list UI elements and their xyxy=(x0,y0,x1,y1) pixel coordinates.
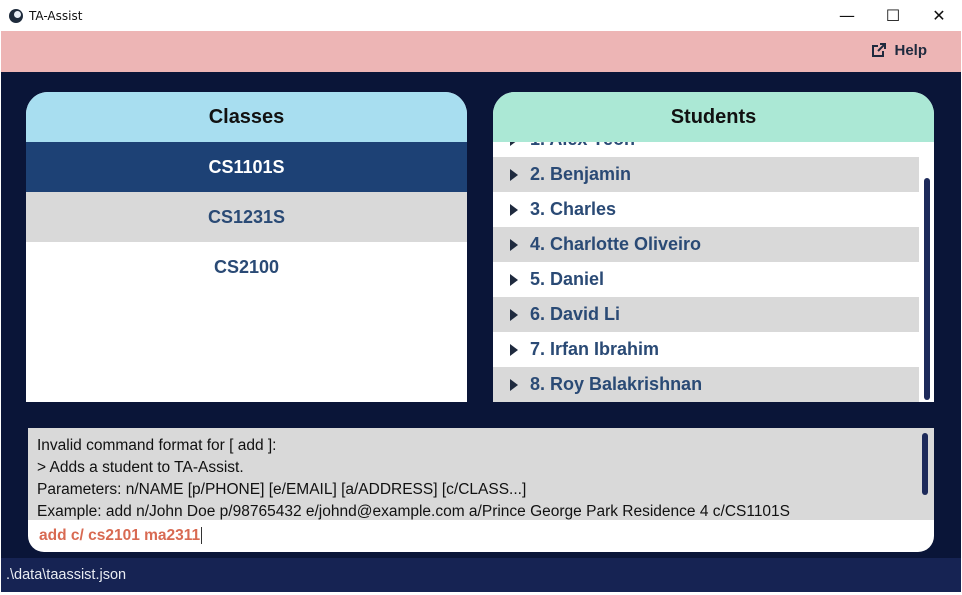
triangle-right-icon[interactable] xyxy=(510,168,518,181)
students-scrollbar[interactable] xyxy=(924,178,930,400)
result-line: Invalid command format for [ add ]: xyxy=(37,437,277,454)
triangle-right-icon[interactable] xyxy=(510,273,518,286)
help-button[interactable]: Help xyxy=(870,41,927,59)
maximize-icon: ☐ xyxy=(885,6,901,25)
classes-panel: Classes CS1101S CS1231S CS2100 xyxy=(26,92,467,402)
command-box[interactable]: add c/ cs2101 ma2311 xyxy=(28,520,934,552)
data-file-path: .\data\taassist.json xyxy=(6,567,127,583)
student-name: 8. Roy Balakrishnan xyxy=(530,374,703,394)
student-item[interactable]: 2. Benjamin xyxy=(493,157,919,192)
student-item[interactable]: 4. Charlotte Oliveiro xyxy=(493,227,919,262)
result-display: Invalid command format for [ add ]: > Add… xyxy=(28,428,934,520)
window-title: TA-Assist xyxy=(29,8,83,23)
close-icon: ✕ xyxy=(932,6,946,25)
triangle-right-icon[interactable] xyxy=(510,142,518,146)
result-line: Parameters: n/NAME [p/PHONE] [e/EMAIL] [… xyxy=(37,481,527,498)
student-item[interactable]: 7. Irfan Ibrahim xyxy=(493,332,919,367)
students-panel: Students 1. Alex Yeoh 2. Benjamin 3. Cha… xyxy=(493,92,934,402)
student-item[interactable]: 8. Roy Balakrishnan xyxy=(493,367,919,402)
main-area: Classes CS1101S CS1231S CS2100 Students … xyxy=(1,72,961,558)
app-logo-icon xyxy=(9,8,23,23)
close-button[interactable]: ✕ xyxy=(916,0,962,31)
classes-header: Classes xyxy=(26,92,467,142)
result-text: Invalid command format for [ add ]: > Add… xyxy=(37,435,790,523)
minimize-button[interactable]: — xyxy=(824,0,870,31)
class-item-cs1101s[interactable]: CS1101S xyxy=(26,142,467,192)
maximize-button[interactable]: ☐ xyxy=(870,0,916,31)
student-name: 6. David Li xyxy=(530,304,621,324)
title-bar: TA-Assist — ☐ ✕ xyxy=(0,0,962,31)
result-scrollbar[interactable] xyxy=(922,433,928,495)
student-item[interactable]: 6. David Li xyxy=(493,297,919,332)
triangle-right-icon[interactable] xyxy=(510,343,518,356)
class-item-cs1231s[interactable]: CS1231S xyxy=(26,192,467,242)
status-bar: .\data\taassist.json xyxy=(1,558,961,592)
student-name: 4. Charlotte Oliveiro xyxy=(530,234,702,254)
student-name: 2. Benjamin xyxy=(530,164,632,184)
student-item[interactable]: 1. Alex Yeoh xyxy=(493,142,919,157)
student-item[interactable]: 3. Charles xyxy=(493,192,919,227)
external-link-icon xyxy=(872,43,887,57)
students-header: Students xyxy=(493,92,934,142)
triangle-right-icon[interactable] xyxy=(510,308,518,321)
student-name: 5. Daniel xyxy=(530,269,605,289)
student-item[interactable]: 5. Daniel xyxy=(493,262,919,297)
student-name: 7. Irfan Ibrahim xyxy=(530,339,660,359)
student-name: 1. Alex Yeoh xyxy=(530,142,635,150)
command-text: add c/ cs2101 ma2311 xyxy=(39,527,201,544)
menu-bar: Help xyxy=(1,31,961,72)
result-line: > Adds a student to TA-Assist. xyxy=(37,459,244,476)
triangle-right-icon[interactable] xyxy=(510,238,518,251)
triangle-right-icon[interactable] xyxy=(510,378,518,391)
command-input[interactable]: add c/ cs2101 ma2311 xyxy=(39,527,203,545)
class-item-cs2100[interactable]: CS2100 xyxy=(26,242,467,292)
minimize-icon: — xyxy=(839,6,855,25)
triangle-right-icon[interactable] xyxy=(510,203,518,216)
student-name: 3. Charles xyxy=(530,199,617,219)
student-list: 1. Alex Yeoh 2. Benjamin 3. Charles 4. C… xyxy=(493,142,919,402)
text-caret xyxy=(201,527,203,545)
help-label: Help xyxy=(894,41,927,59)
window-controls: — ☐ ✕ xyxy=(824,0,962,31)
